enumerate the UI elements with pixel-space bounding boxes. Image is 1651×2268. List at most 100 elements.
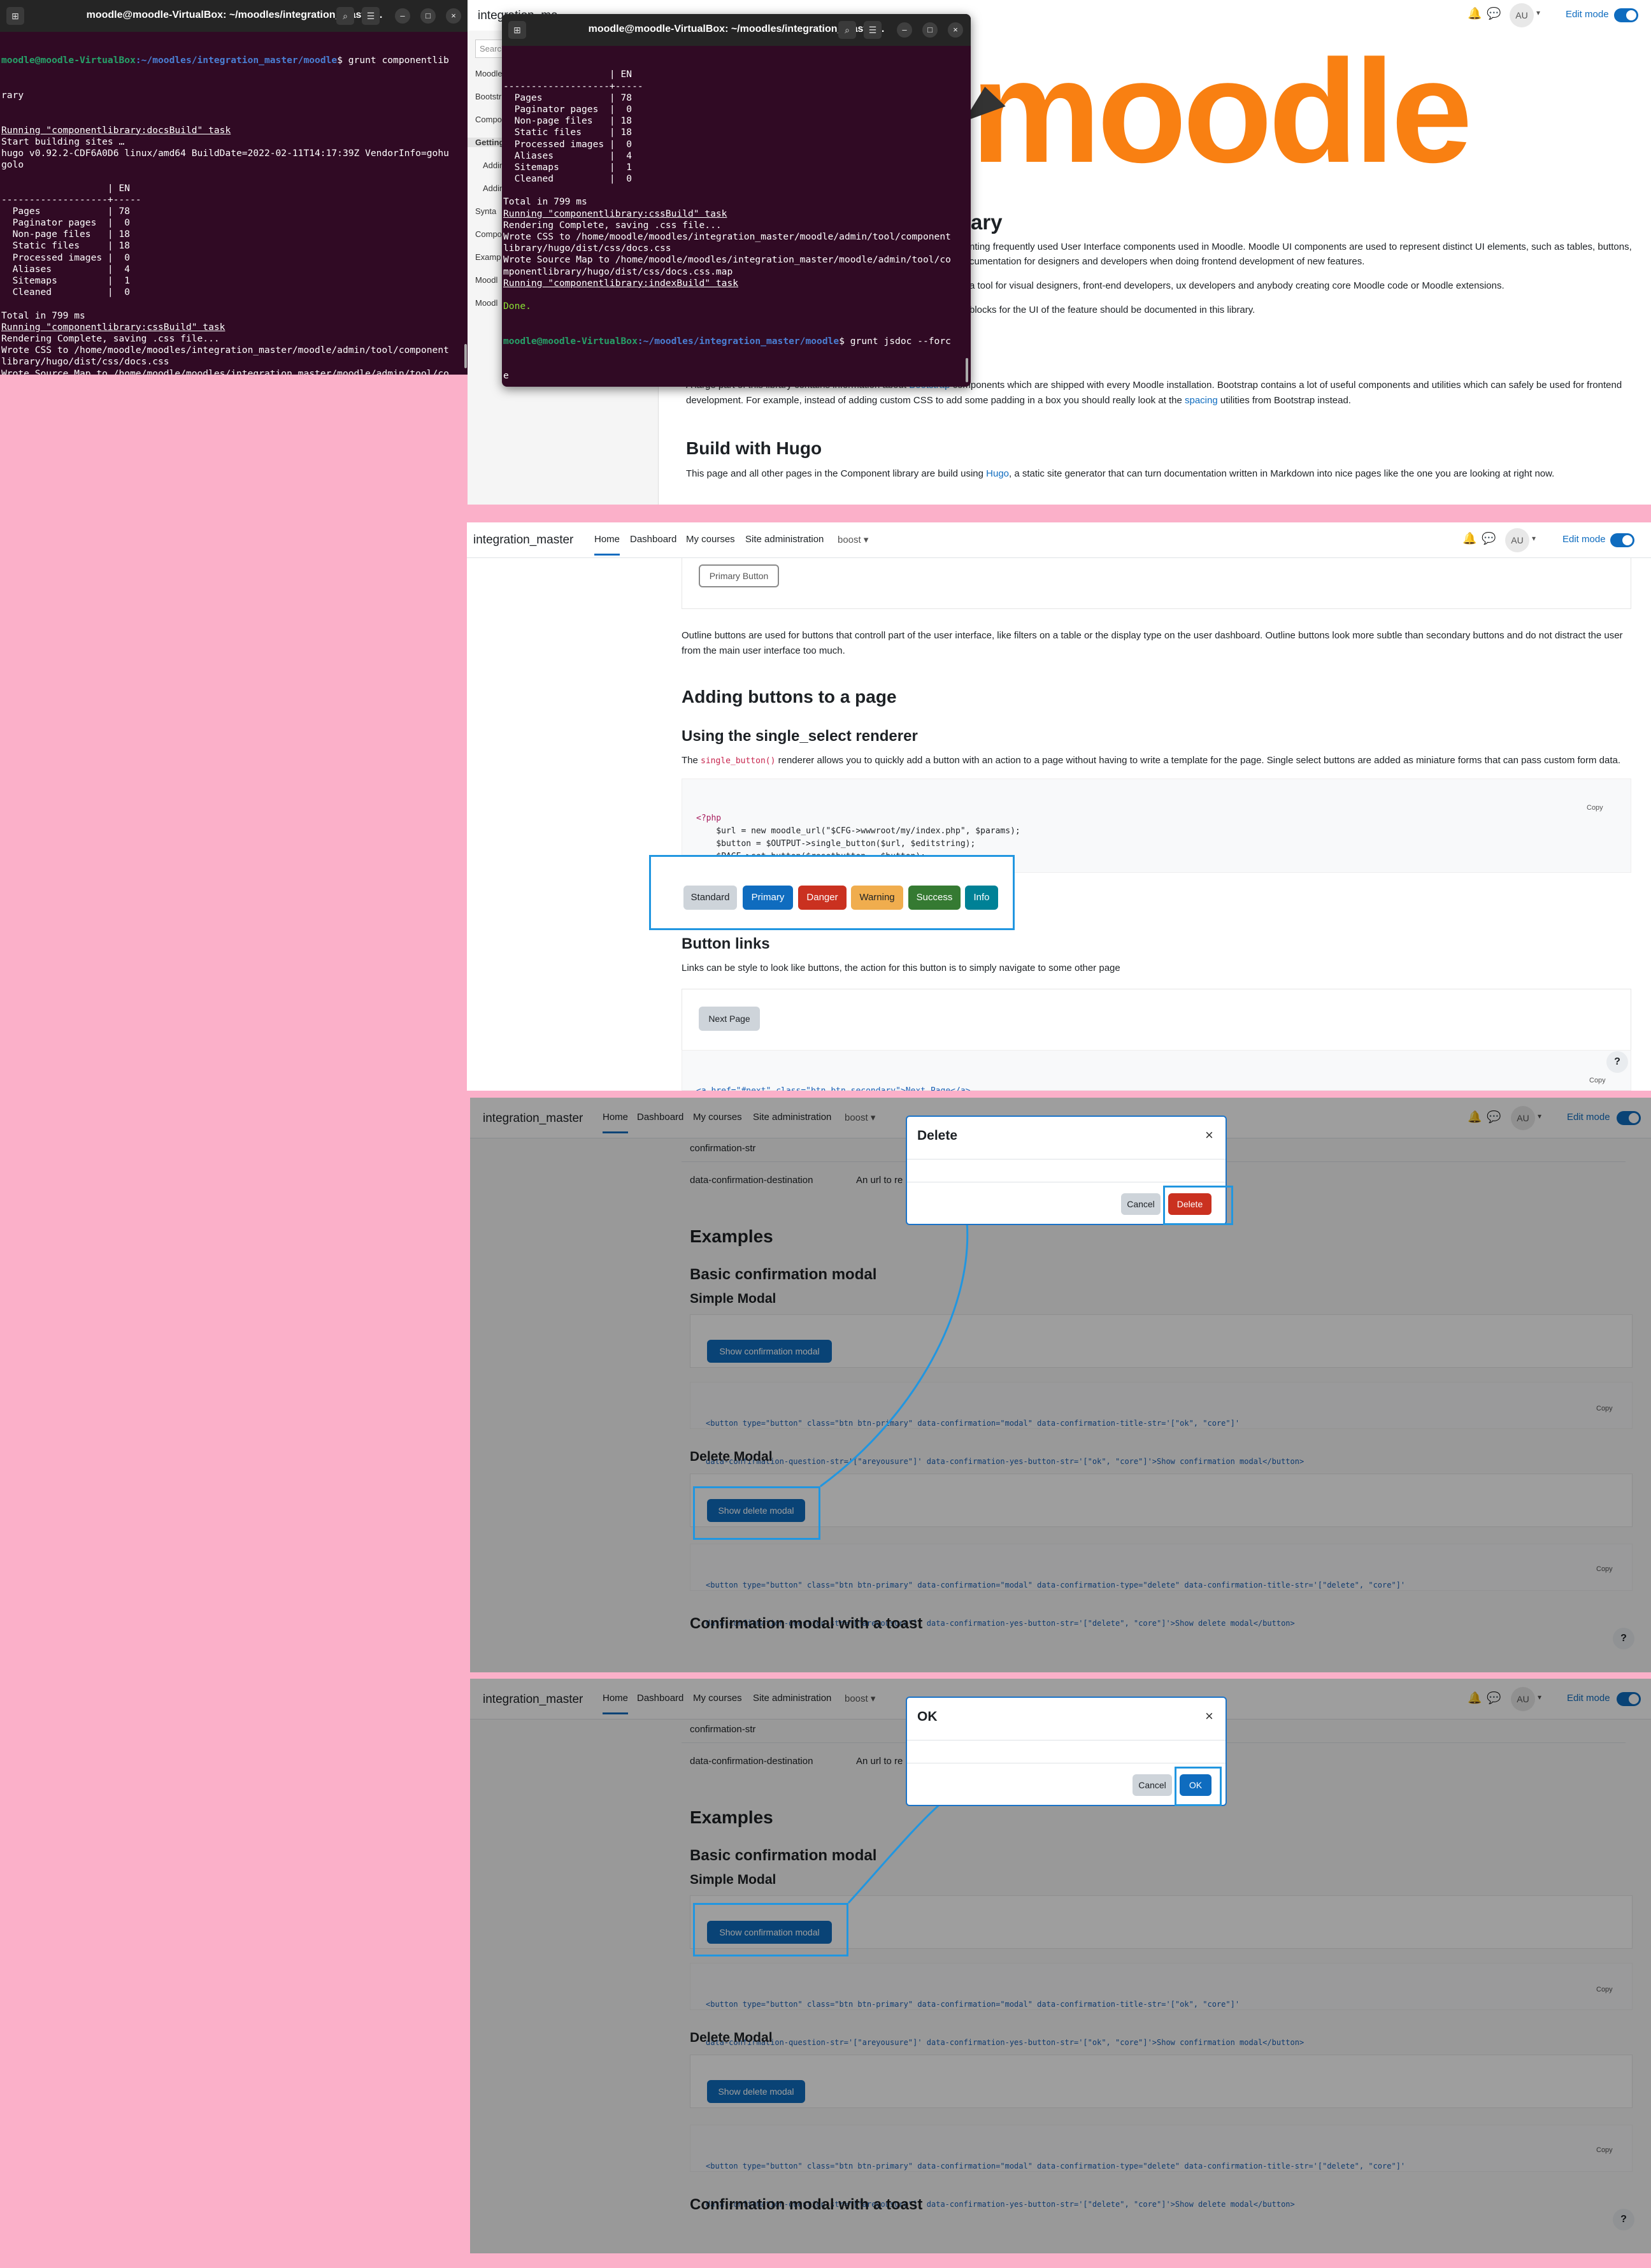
edit-mode-label[interactable]: Edit mode — [1566, 9, 1609, 20]
terminal-line: Sitemaps | 1 — [503, 161, 633, 173]
terminal-line: Rendering Complete, saving .css file... — [503, 219, 722, 231]
sidebar-item[interactable]: Synta — [475, 206, 496, 216]
terminal-line: -------------------+----- — [503, 80, 643, 92]
sidebar-item[interactable]: Bootstr — [475, 92, 501, 101]
close-icon[interactable]: × — [948, 22, 963, 38]
single-select-heading: Using the single_select renderer — [682, 728, 918, 745]
button-links-text: Links can be style to look like buttons,… — [682, 963, 1120, 973]
terminal-line: Total in 799 ms — [503, 196, 587, 208]
modal-title: OK — [917, 1709, 938, 1724]
outline-text: Outline buttons are used for buttons tha… — [682, 630, 1623, 641]
code-line: $url = new moodle_url("$CFG->wwwroot/my/… — [696, 826, 1020, 836]
terminal-line: Static files | 18 — [1, 240, 131, 252]
edit-mode-toggle[interactable] — [1610, 533, 1634, 547]
terminal-line: hugo v0.92.2-CDF6A0D6 linux/amd64 BuildD… — [1, 147, 449, 159]
danger-button[interactable]: Danger — [798, 886, 847, 910]
search-icon[interactable]: ⌕ — [838, 21, 856, 39]
code-line: $button = $OUTPUT->single_button($url, $… — [696, 839, 976, 849]
hugo-link[interactable]: Hugo — [986, 468, 1009, 479]
search-icon[interactable]: ⌕ — [336, 7, 354, 25]
terminal-line: Wrote CSS to /home/moodle/moodles/integr… — [1, 345, 449, 356]
button-links-heading: Button links — [682, 935, 770, 952]
hugo-text: This page and all other pages in the Com… — [686, 466, 1554, 481]
terminal-scrollbar[interactable] — [464, 344, 467, 368]
terminal-line: Aliases | 4 — [1, 263, 131, 275]
nav-site-admin[interactable]: Site administration — [745, 534, 824, 545]
nav-boost[interactable]: boost ▾ — [838, 534, 868, 545]
warning-button[interactable]: Warning — [851, 886, 903, 910]
primary-button[interactable]: Primary — [743, 886, 793, 910]
edit-mode-toggle[interactable] — [1614, 8, 1638, 22]
sidebar-item[interactable]: Examp — [475, 252, 501, 262]
browser-panel-4: integration_master Home Dashboard My cou… — [470, 1679, 1651, 2253]
link-code-block[interactable]: <a href="#next" class="btn btn-secondary… — [682, 1050, 1631, 1091]
nav-dashboard[interactable]: Dashboard — [630, 534, 676, 545]
code-line: <?php — [696, 814, 722, 823]
terminal-scrollbar[interactable] — [966, 358, 968, 382]
edit-mode-label[interactable]: Edit mode — [1562, 534, 1606, 545]
terminal-line: Rendering Complete, saving .css file... — [1, 333, 220, 344]
cancel-button[interactable]: Cancel — [1133, 1774, 1172, 1796]
close-icon[interactable]: × — [446, 8, 461, 24]
close-icon[interactable]: × — [1205, 1708, 1213, 1725]
terminal-window-2[interactable]: ⊞ moodle@moodle-VirtualBox: ~/moodles/in… — [502, 14, 971, 387]
sidebar-item[interactable]: Moodl — [475, 275, 497, 285]
prompt-user: moodle@moodle-VirtualBox — [503, 335, 638, 347]
terminal-titlebar[interactable]: ⊞ moodle@moodle-VirtualBox: ~/moodles/in… — [0, 0, 469, 32]
menu-icon[interactable]: ☰ — [864, 21, 882, 39]
text: utilities from Bootstrap instead. — [1220, 395, 1351, 406]
bell-icon[interactable]: 🔔 — [1462, 532, 1476, 545]
terminal-titlebar[interactable]: ⊞ moodle@moodle-VirtualBox: ~/moodles/in… — [502, 14, 971, 46]
nav-home[interactable]: Home — [594, 534, 620, 556]
terminal-line: Wrote Source Map to /home/moodle/moodles… — [503, 254, 951, 266]
copy-button[interactable]: Copy — [1587, 804, 1603, 812]
maximize-icon[interactable]: □ — [922, 22, 938, 38]
maximize-icon[interactable]: □ — [420, 8, 436, 24]
bell-icon[interactable]: 🔔 — [1468, 7, 1482, 20]
chat-icon[interactable]: 💬 — [1482, 532, 1496, 545]
copy-button[interactable]: Copy — [1589, 1077, 1606, 1084]
info-button[interactable]: Info — [965, 886, 998, 910]
nav-my-courses[interactable]: My courses — [686, 534, 735, 545]
modal-title: Delete — [917, 1128, 958, 1143]
single-select-text: The single_button() renderer allows you … — [682, 753, 1620, 768]
minimize-icon[interactable]: – — [395, 8, 410, 24]
chat-icon[interactable]: 💬 — [1487, 7, 1501, 20]
terminal-output[interactable]: moodle@moodle-VirtualBox:~/moodles/integ… — [1, 32, 468, 375]
site-brand[interactable]: integration_master — [473, 533, 573, 547]
menu-icon[interactable]: ☰ — [362, 7, 380, 25]
sidebar-item[interactable]: Compo — [475, 229, 502, 239]
text: This page and all other pages in the Com… — [686, 468, 983, 479]
avatar[interactable]: AU — [1505, 528, 1529, 552]
minimize-icon[interactable]: – — [897, 22, 912, 38]
close-icon[interactable]: × — [1205, 1127, 1213, 1144]
cancel-button[interactable]: Cancel — [1121, 1193, 1161, 1215]
chevron-down-icon[interactable]: ▾ — [1536, 8, 1540, 17]
terminal-line: Running "componentlibrary:cssBuild" task — [503, 208, 727, 219]
outline-text-2: from the main user interface too much. — [682, 645, 845, 656]
terminal-output[interactable]: | EN -------------------+----- Pages | 78… — [503, 46, 969, 387]
moodle-logo: moodle — [971, 29, 1473, 193]
prompt-user: moodle@moodle-VirtualBox — [1, 55, 136, 66]
intro-text-1: nting frequently used User Interface com… — [969, 241, 1632, 252]
next-page-button[interactable]: Next Page — [699, 1007, 760, 1031]
command-wrap: e — [503, 370, 509, 382]
chevron-down-icon[interactable]: ▾ — [1532, 534, 1536, 543]
sidebar-item[interactable]: Moodl — [475, 298, 497, 308]
terminal-line: library/hugo/dist/css/docs.css — [503, 243, 671, 254]
terminal-window-1[interactable]: ⊞ moodle@moodle-VirtualBox: ~/moodles/in… — [0, 0, 469, 375]
sidebar-item[interactable]: Compo — [475, 115, 502, 124]
terminal-line: Running "componentlibrary:cssBuild" task — [1, 321, 225, 333]
success-button[interactable]: Success — [908, 886, 961, 910]
spacing-link[interactable]: spacing — [1185, 395, 1218, 406]
primary-outline-button[interactable]: Primary Button — [699, 564, 779, 587]
terminal-line: Running "componentlibrary:indexBuild" ta… — [503, 277, 739, 289]
standard-button[interactable]: Standard — [683, 886, 737, 910]
avatar[interactable]: AU — [1510, 3, 1534, 27]
intro-text-1b: cumentation for designers and developers… — [969, 256, 1365, 267]
help-icon[interactable]: ? — [1606, 1051, 1628, 1073]
terminal-line: Pages | 78 — [1, 205, 131, 217]
sidebar-item[interactable]: Moodle — [475, 69, 503, 78]
